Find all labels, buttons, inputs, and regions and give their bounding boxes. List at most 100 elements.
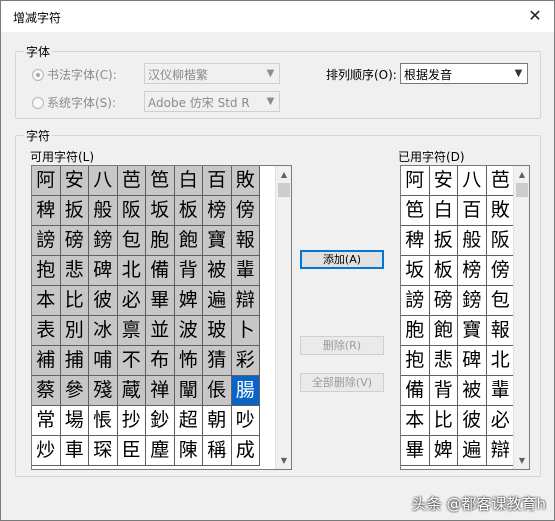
char-cell[interactable]: 般 (89, 196, 118, 226)
char-cell[interactable]: 比 (429, 406, 458, 436)
system-font-radio[interactable]: 系统字体(S): (32, 94, 116, 111)
char-cell[interactable]: 阪 (117, 196, 146, 226)
char-cell[interactable]: 扳 (60, 196, 89, 226)
char-cell[interactable]: 琛 (89, 436, 118, 466)
char-cell[interactable]: 百 (203, 166, 232, 196)
char-cell[interactable]: 笆 (401, 196, 430, 226)
char-cell[interactable]: 榜 (458, 256, 487, 286)
char-cell[interactable]: 傍 (486, 256, 515, 286)
char-cell[interactable]: 畢 (146, 286, 175, 316)
char-cell[interactable]: 寶 (203, 226, 232, 256)
char-cell[interactable]: 炒 (32, 436, 61, 466)
char-cell[interactable]: 傍 (231, 196, 260, 226)
char-cell[interactable]: 禅 (146, 376, 175, 406)
char-cell[interactable]: 辯 (486, 436, 515, 466)
char-cell[interactable]: 彼 (458, 406, 487, 436)
char-cell[interactable]: 榜 (203, 196, 232, 226)
char-cell[interactable]: 備 (146, 256, 175, 286)
char-cell[interactable]: 輩 (486, 376, 515, 406)
char-cell[interactable]: 抱 (32, 256, 61, 286)
char-cell[interactable]: 八 (89, 166, 118, 196)
char-cell[interactable]: 成 (231, 436, 260, 466)
char-cell[interactable]: 般 (458, 226, 487, 256)
char-cell[interactable]: 蔡 (32, 376, 61, 406)
char-cell[interactable]: 殘 (89, 376, 118, 406)
char-cell[interactable]: 稱 (203, 436, 232, 466)
char-cell[interactable]: 背 (429, 376, 458, 406)
char-cell[interactable]: 寶 (458, 316, 487, 346)
char-cell[interactable]: 抱 (401, 346, 430, 376)
char-cell[interactable]: 補 (32, 346, 61, 376)
char-cell[interactable]: 板 (429, 256, 458, 286)
char-cell[interactable]: 參 (60, 376, 89, 406)
char-cell[interactable]: 闡 (174, 376, 203, 406)
char-cell[interactable]: 遍 (203, 286, 232, 316)
char-cell[interactable]: 芭 (117, 166, 146, 196)
char-cell[interactable]: 坂 (401, 256, 430, 286)
char-cell[interactable]: 必 (486, 406, 515, 436)
char-cell[interactable]: 抄 (117, 406, 146, 436)
available-chars-list[interactable]: 阿安八芭笆白百敗稗扳般阪坂板榜傍謗磅鎊包胞飽寶報抱悲碑北備背被輩本比彼必畢婢遍辯… (31, 165, 292, 470)
char-cell[interactable]: 白 (174, 166, 203, 196)
char-cell[interactable]: 遍 (458, 436, 487, 466)
char-cell[interactable]: 扳 (429, 226, 458, 256)
char-cell[interactable]: 彼 (89, 286, 118, 316)
char-cell[interactable]: 辯 (231, 286, 260, 316)
char-cell[interactable]: 阿 (401, 166, 430, 196)
char-cell[interactable]: 飽 (429, 316, 458, 346)
char-cell[interactable]: 謗 (32, 226, 61, 256)
char-cell[interactable]: 比 (60, 286, 89, 316)
scroll-thumb[interactable] (278, 183, 290, 197)
char-cell[interactable]: 朝 (203, 406, 232, 436)
char-cell[interactable]: 胞 (146, 226, 175, 256)
char-cell[interactable]: 車 (60, 436, 89, 466)
char-cell[interactable]: 怖 (174, 346, 203, 376)
char-cell[interactable]: 碑 (89, 256, 118, 286)
char-cell[interactable]: 報 (231, 226, 260, 256)
char-cell[interactable]: 阪 (486, 226, 515, 256)
char-cell[interactable]: 敗 (231, 166, 260, 196)
close-icon[interactable]: ✕ (524, 5, 546, 27)
scroll-thumb[interactable] (516, 183, 528, 197)
char-cell[interactable]: 芭 (486, 166, 515, 196)
char-cell[interactable]: 悲 (429, 346, 458, 376)
char-cell[interactable]: 並 (146, 316, 175, 346)
char-cell[interactable]: 禀 (117, 316, 146, 346)
char-cell[interactable]: 倀 (203, 376, 232, 406)
char-cell[interactable]: 敗 (486, 196, 515, 226)
char-cell[interactable]: 波 (174, 316, 203, 346)
char-cell[interactable]: 超 (174, 406, 203, 436)
char-cell[interactable]: 鎊 (458, 286, 487, 316)
remove-button[interactable]: 删除(R) (300, 336, 384, 355)
char-cell[interactable]: 坂 (146, 196, 175, 226)
add-button[interactable]: 添加(A) (300, 250, 384, 269)
char-cell[interactable]: 鎊 (89, 226, 118, 256)
char-cell[interactable]: 包 (117, 226, 146, 256)
char-cell[interactable]: 包 (486, 286, 515, 316)
used-scrollbar[interactable]: ▲ ▼ (513, 166, 529, 469)
char-cell[interactable]: 猜 (203, 346, 232, 376)
char-cell[interactable]: 稗 (401, 226, 430, 256)
char-cell[interactable]: 畢 (401, 436, 430, 466)
char-cell[interactable]: 布 (146, 346, 175, 376)
char-cell[interactable]: 飽 (174, 226, 203, 256)
char-cell[interactable]: 八 (458, 166, 487, 196)
char-cell[interactable]: 磅 (60, 226, 89, 256)
char-cell[interactable]: 場 (60, 406, 89, 436)
char-cell[interactable]: 本 (401, 406, 430, 436)
char-cell[interactable]: 悲 (60, 256, 89, 286)
scroll-down-icon[interactable]: ▼ (276, 452, 291, 469)
scroll-up-icon[interactable]: ▲ (276, 166, 291, 183)
remove-all-button[interactable]: 全部删除(V) (300, 373, 384, 392)
calligraphy-font-select[interactable]: 汉仪柳楷繁 ▼ (144, 63, 280, 84)
char-cell[interactable]: 磅 (429, 286, 458, 316)
char-cell[interactable]: 鈔 (146, 406, 175, 436)
char-cell[interactable]: 背 (174, 256, 203, 286)
available-scrollbar[interactable]: ▲ ▼ (275, 166, 291, 469)
char-cell[interactable]: 表 (32, 316, 61, 346)
char-cell[interactable]: 玻 (203, 316, 232, 346)
used-chars-list[interactable]: 阿安八芭笆白百敗稗扳般阪坂板榜傍謗磅鎊包胞飽寶報抱悲碑北備背被輩本比彼必畢婢遍辯… (400, 165, 530, 470)
char-cell[interactable]: 彩 (231, 346, 260, 376)
calligraphy-font-radio[interactable]: 书法字体(C): (32, 66, 117, 83)
system-font-select[interactable]: Adobe 仿宋 Std R ▼ (144, 91, 280, 112)
